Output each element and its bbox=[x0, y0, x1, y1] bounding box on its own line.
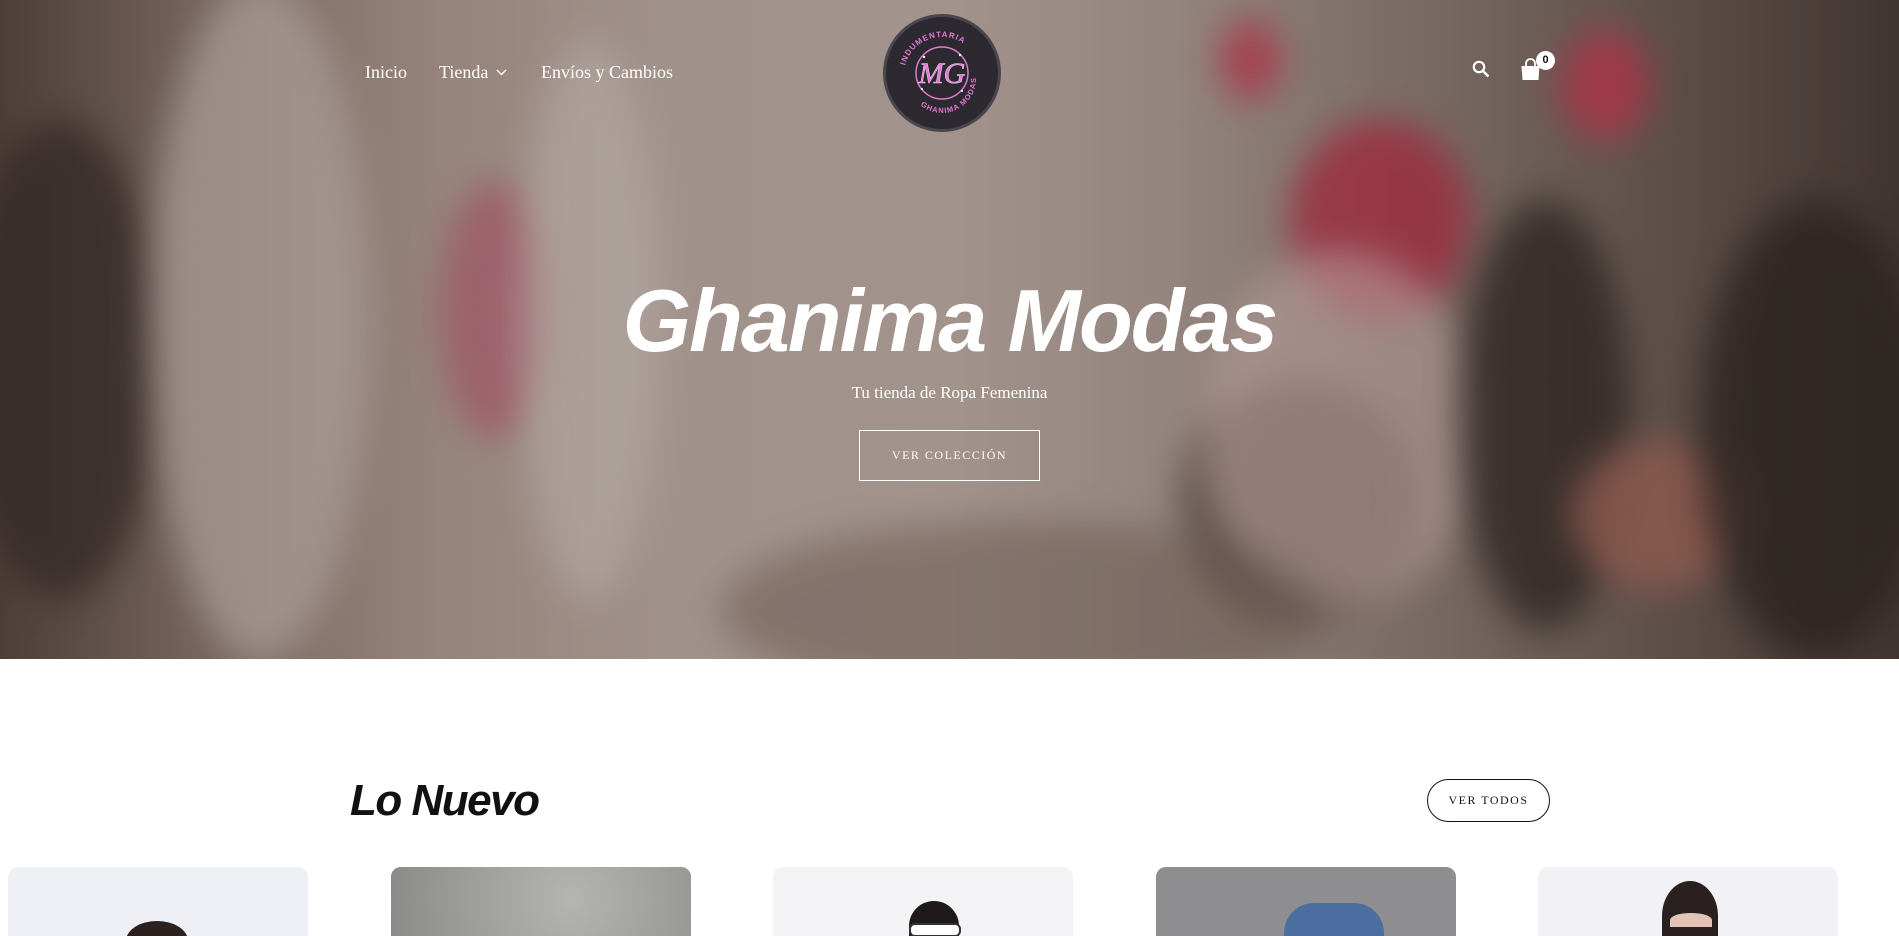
logo-emblem: INDUMENTARIA GHANIMA MODAS MG bbox=[898, 30, 977, 115]
cart-count-badge: 0 bbox=[1536, 51, 1555, 70]
search-icon[interactable] bbox=[1472, 60, 1490, 83]
hero-banner: Inicio Tienda Envíos y Cambios INDUMENTA… bbox=[0, 0, 1899, 659]
product-card[interactable] bbox=[391, 867, 691, 936]
see-all-button[interactable]: VER TODOS bbox=[1427, 779, 1550, 822]
product-card[interactable] bbox=[1156, 867, 1456, 936]
hero-title: Ghanima Modas bbox=[622, 271, 1279, 370]
product-card[interactable] bbox=[773, 867, 1073, 936]
nav-envios-cambios[interactable]: Envíos y Cambios bbox=[541, 62, 673, 83]
product-card[interactable] bbox=[1538, 867, 1838, 936]
svg-text:MG: MG bbox=[918, 57, 966, 90]
product-card[interactable] bbox=[8, 867, 308, 936]
nav-tienda[interactable]: Tienda bbox=[439, 62, 507, 83]
view-collection-button[interactable]: VER COLECCIÓN bbox=[859, 430, 1040, 481]
store-logo[interactable]: INDUMENTARIA GHANIMA MODAS MG bbox=[883, 14, 1001, 132]
nav-tienda-label: Tienda bbox=[439, 62, 489, 82]
main-navigation: Inicio Tienda Envíos y Cambios INDUMENTA… bbox=[0, 0, 1899, 146]
chevron-down-icon bbox=[496, 69, 507, 76]
hero-subtitle: Tu tienda de Ropa Femenina bbox=[851, 383, 1048, 402]
nav-inicio[interactable]: Inicio bbox=[365, 62, 407, 83]
section-title-new: Lo Nuevo bbox=[350, 776, 540, 825]
